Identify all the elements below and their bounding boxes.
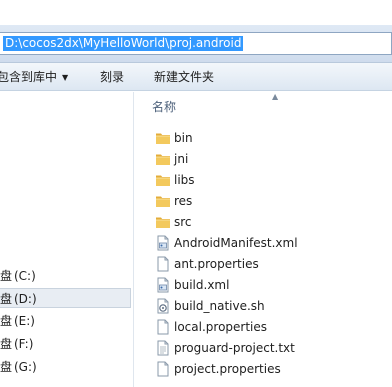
nav-item-prefix: 盘 (0, 292, 13, 306)
nav-drive-g[interactable]: 盘 (G:) (0, 357, 131, 377)
file-list-item[interactable]: build.xml (152, 275, 382, 295)
nav-drive-f[interactable]: 盘 (F:) (0, 334, 131, 354)
column-header-name[interactable]: 名称 (152, 99, 176, 115)
file-name: build.xml (174, 278, 230, 292)
folder-icon (155, 193, 171, 209)
address-path[interactable]: D:\cocos2dx\MyHelloWorld\proj.android (3, 36, 244, 51)
nav-item-label: (D:) (14, 292, 37, 306)
include-in-library-button[interactable]: 包含到库中 ▼ (0, 69, 68, 85)
file-name: AndroidManifest.xml (174, 236, 298, 250)
file-list-item[interactable]: libs (152, 170, 382, 190)
nav-drive-d[interactable]: 盘 (D:) (0, 288, 131, 308)
file-name: src (174, 215, 192, 229)
file-list-item[interactable]: jni (152, 149, 382, 169)
chevron-down-icon: ▼ (62, 73, 69, 82)
address-bar[interactable]: D:\cocos2dx\MyHelloWorld\proj.android (0, 32, 392, 55)
navigation-pane: 盘 (C:) 盘 (D:) 盘 (E:) 盘 (F:) 盘 (G:) (0, 92, 133, 387)
folder-icon (155, 151, 171, 167)
include-in-library-label: 包含到库中 (0, 70, 58, 84)
sort-ascending-icon: ▲ (272, 92, 279, 101)
file-name: bin (174, 131, 193, 145)
document-icon (155, 319, 171, 335)
file-name: jni (174, 152, 189, 166)
new-folder-button[interactable]: 新建文件夹 (154, 69, 214, 85)
new-folder-label: 新建文件夹 (154, 70, 215, 84)
xml-file-icon (155, 277, 171, 293)
burn-button[interactable]: 刻录 (100, 69, 124, 85)
file-name: proguard-project.txt (174, 341, 295, 355)
burn-label: 刻录 (100, 70, 125, 84)
file-name: res (174, 194, 193, 208)
file-list-item[interactable]: ant.properties (152, 254, 382, 274)
file-name: build_native.sh (174, 299, 265, 313)
nav-item-label: (E:) (14, 314, 35, 328)
pane-divider[interactable] (133, 92, 134, 387)
command-toolbar: 包含到库中 ▼ 刻录 新建文件夹 (0, 63, 392, 91)
nav-item-label: (C:) (14, 269, 36, 283)
address-bar-area: D:\cocos2dx\MyHelloWorld\proj.android (0, 25, 392, 63)
file-name: project.properties (174, 362, 281, 376)
folder-icon (155, 130, 171, 146)
file-list-item[interactable]: project.properties (152, 359, 382, 379)
nav-item-prefix: 盘 (0, 269, 13, 283)
document-icon (155, 361, 171, 377)
file-name: ant.properties (174, 257, 259, 271)
file-list-item[interactable]: res (152, 191, 382, 211)
folder-icon (155, 172, 171, 188)
file-list-item[interactable]: build_native.sh (152, 296, 382, 316)
nav-item-label: (F:) (14, 337, 34, 351)
file-name: local.properties (174, 320, 268, 334)
file-list-item[interactable]: bin (152, 128, 382, 148)
nav-item-prefix: 盘 (0, 314, 13, 328)
document-icon (155, 256, 171, 272)
script-file-icon (155, 298, 171, 314)
xml-file-icon (155, 235, 171, 251)
folder-icon (155, 214, 171, 230)
file-list-item[interactable]: src (152, 212, 382, 232)
file-list-item[interactable]: AndroidManifest.xml (152, 233, 382, 253)
text-file-icon (155, 340, 171, 356)
file-name: libs (174, 173, 195, 187)
nav-drive-c[interactable]: 盘 (C:) (0, 266, 131, 286)
nav-item-prefix: 盘 (0, 360, 13, 374)
nav-item-prefix: 盘 (0, 337, 13, 351)
file-list-item[interactable]: proguard-project.txt (152, 338, 382, 358)
file-list-item[interactable]: local.properties (152, 317, 382, 337)
nav-item-label: (G:) (14, 360, 37, 374)
nav-drive-e[interactable]: 盘 (E:) (0, 311, 131, 331)
